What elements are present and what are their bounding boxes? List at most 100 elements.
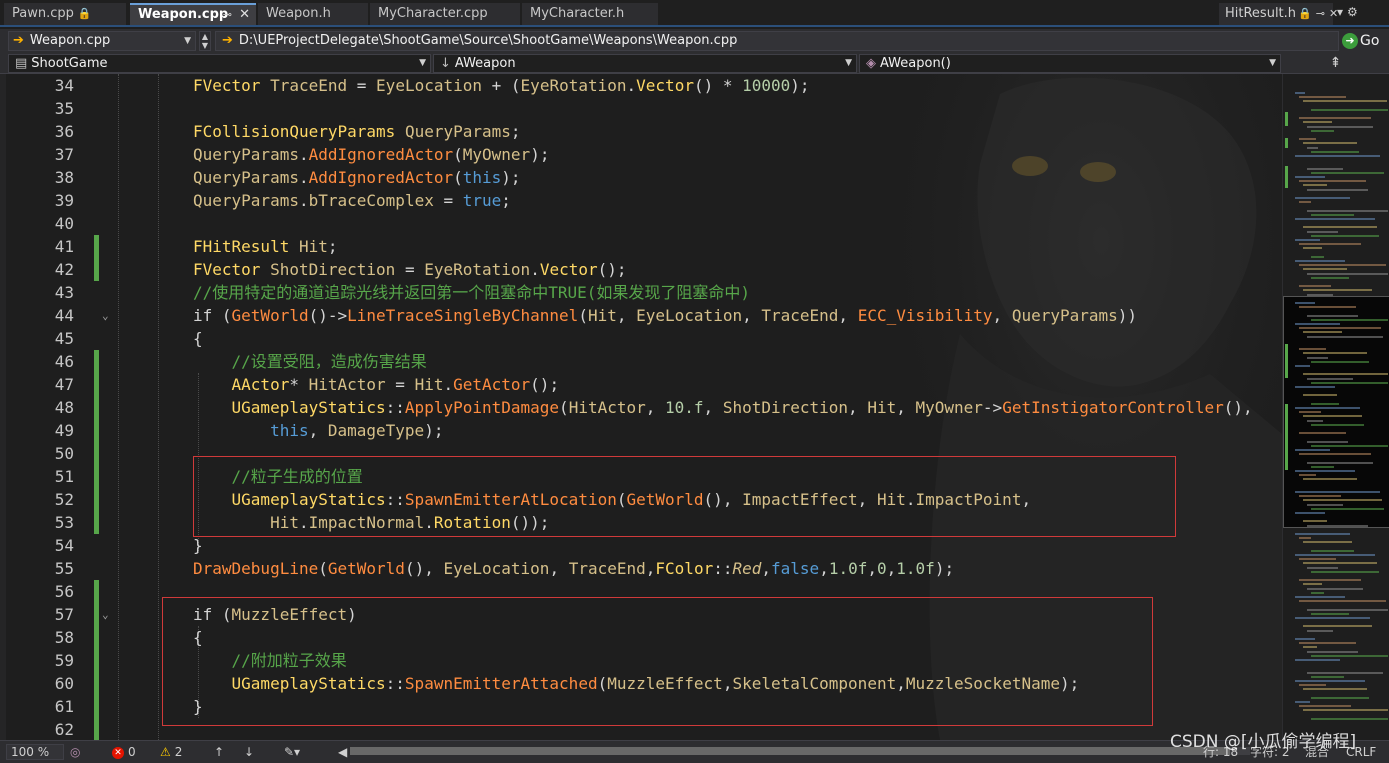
settings-gear-icon[interactable]: ⚙ [1347,5,1362,19]
code-line[interactable]: 34 FVector TraceEnd = EyeLocation + (EyeR… [0,74,1282,97]
annotation-box [193,456,1176,537]
code-token: :: [385,398,405,417]
code-line[interactable]: 46 //设置受阻，造成伤害结果 [0,350,1282,373]
code-token: TraceEnd [568,559,646,578]
tab-overflow-tools: ▾⚙ [1337,5,1362,19]
horizontal-scrollbar[interactable] [350,747,1250,755]
code-token: true [462,191,502,210]
zoom-dropdown[interactable]: 100 % [6,742,65,762]
code-line[interactable]: 42 FVector ShotDirection = EyeRotation.Ve… [0,258,1282,281]
code-line[interactable]: 55 DrawDebugLine(GetWorld(), EyeLocation,… [0,557,1282,580]
code-token: EyeLocation [376,76,483,95]
member-dropdown[interactable]: ◈ AWeapon() ▼ [859,54,1281,73]
split-editor-icon[interactable]: ⇞ [1282,53,1389,74]
code-token: this [270,421,309,440]
code-text: FVector TraceEnd = EyeLocation + (EyeRot… [193,74,810,97]
code-line[interactable]: 38 QueryParams.AddIgnoredActor(this); [0,166,1282,189]
minimap-line [1311,696,1369,699]
minimap-line [1299,348,1326,351]
line-number: 37 [54,145,74,164]
pin-icon[interactable]: ⊸ [223,5,232,24]
tab-label: Weapon.h [266,6,331,21]
code-line[interactable]: 44 ⌄ if (GetWorld()->LineTraceSingleByChan… [0,304,1282,327]
minimap-change-marker [1285,434,1288,470]
close-tab-icon[interactable]: ✕ [239,5,250,24]
code-line[interactable]: 47 AActor* HitActor = Hit.GetActor(); [0,373,1282,396]
code-token: FVector [193,76,261,95]
code-line[interactable]: 41 FHitResult Hit; [0,235,1282,258]
code-token: } [193,536,203,555]
tab-hitresult-h[interactable]: HitResult.h 🔒 ⊸ ✕ [1219,3,1338,25]
previous-issue-icon[interactable]: ↑ [214,742,224,762]
code-text: this, DamageType); [193,419,443,442]
code-line[interactable]: 43 //使用特定的通道追踪光线并返回第一个阻塞命中TRUE(如果发现了阻塞命中) [0,281,1282,304]
code-line[interactable]: 54} [0,534,1282,557]
code-text: QueryParams.bTraceComplex = true; [193,189,511,212]
minimap-line [1295,323,1340,325]
path-field[interactable]: ➔ D:\UEProjectDelegate\ShootGame\Source\S… [215,31,1339,51]
code-line[interactable]: 40 [0,212,1282,235]
fold-toggle-icon[interactable]: ⌄ [102,603,109,626]
fold-toggle-icon[interactable]: ⌄ [102,304,109,327]
minimap-line [1303,688,1367,691]
error-count[interactable]: ✕ 0 [112,742,136,762]
go-icon: ➜ [1342,33,1358,49]
scope-arrow-icon: ↓ [440,56,451,71]
minimap-line [1307,293,1333,296]
minimap-scrollbar[interactable] [1282,74,1389,740]
go-button[interactable]: ➜ Go [1342,31,1384,51]
tab-mycharacter-cpp[interactable]: MyCharacter.cpp [370,3,520,25]
copilot-icon[interactable]: ◎ [70,742,80,762]
code-token: . [530,260,540,279]
code-line[interactable]: 45 { [0,327,1282,350]
scroll-left-icon[interactable]: ◀ [338,742,347,762]
minimap-line [1299,285,1331,288]
code-text: FVector ShotDirection = EyeRotation.Vect… [193,258,627,281]
minimap-line [1307,671,1383,674]
tab-weapon-cpp[interactable]: Weapon.cpp ⊸ ✕ [130,3,256,25]
minimap-line [1299,537,1311,540]
code-text: { [193,327,203,350]
minimap-line [1311,381,1388,384]
code-token: , [838,306,858,325]
warning-count[interactable]: ⚠ 2 [160,742,182,762]
minimap-line [1303,415,1362,418]
code-token: Hit [867,398,897,417]
code-token: FColor [655,559,714,578]
minimap-line [1299,453,1371,456]
scope-dropdown[interactable]: ↓ AWeapon ▼ [433,54,857,73]
chevron-down-icon: ▼ [419,58,426,68]
code-line[interactable]: 39 QueryParams.bTraceComplex = true; [0,189,1282,212]
code-editor[interactable]: 34 FVector TraceEnd = EyeLocation + (EyeR… [0,74,1282,740]
code-line[interactable]: 37 QueryParams.AddIgnoredActor(MyOwner); [0,143,1282,166]
file-spinner[interactable]: ▲ ▼ [199,31,211,51]
line-number: 48 [54,398,74,417]
code-line[interactable]: 36 FCollisionQueryParams QueryParams; [0,120,1282,143]
tab-weapon-h[interactable]: Weapon.h [258,3,368,25]
document-tab-bar: Pawn.cpp 🔒 Weapon.cpp ⊸ ✕ Weapon.h MyChar… [0,0,1389,27]
overflow-dropdown-icon[interactable]: ▾ [1337,5,1347,19]
scrollbar-thumb[interactable] [350,747,1230,755]
code-line[interactable]: 49 this, DamageType); [0,419,1282,442]
code-token: ; [327,237,338,256]
project-dropdown[interactable]: ▤ ShootGame ▼ [8,54,431,73]
change-marker [94,718,99,740]
code-line[interactable]: 35 [0,97,1282,120]
code-token: ); [530,145,550,164]
minimap-line [1295,470,1355,472]
pin-icon[interactable]: ⊸ [1316,7,1325,20]
minimap-line [1295,533,1350,535]
code-token: , [819,559,829,578]
tab-mycharacter-h[interactable]: MyCharacter.h [522,3,658,25]
minimap-change-marker [1285,344,1288,378]
code-line[interactable]: 48 UGameplayStatics::ApplyPointDamage(Hi… [0,396,1282,419]
tab-pawn-cpp[interactable]: Pawn.cpp 🔒 [4,3,126,25]
code-text: FHitResult Hit; [193,235,338,258]
file-selector[interactable]: ➔ Weapon.cpp ▼ [8,31,196,51]
next-issue-icon[interactable]: ↓ [244,742,254,762]
code-token: () * [693,76,743,95]
code-cleanup-icon[interactable]: ✎▾ [284,742,300,762]
minimap-line [1307,188,1368,191]
